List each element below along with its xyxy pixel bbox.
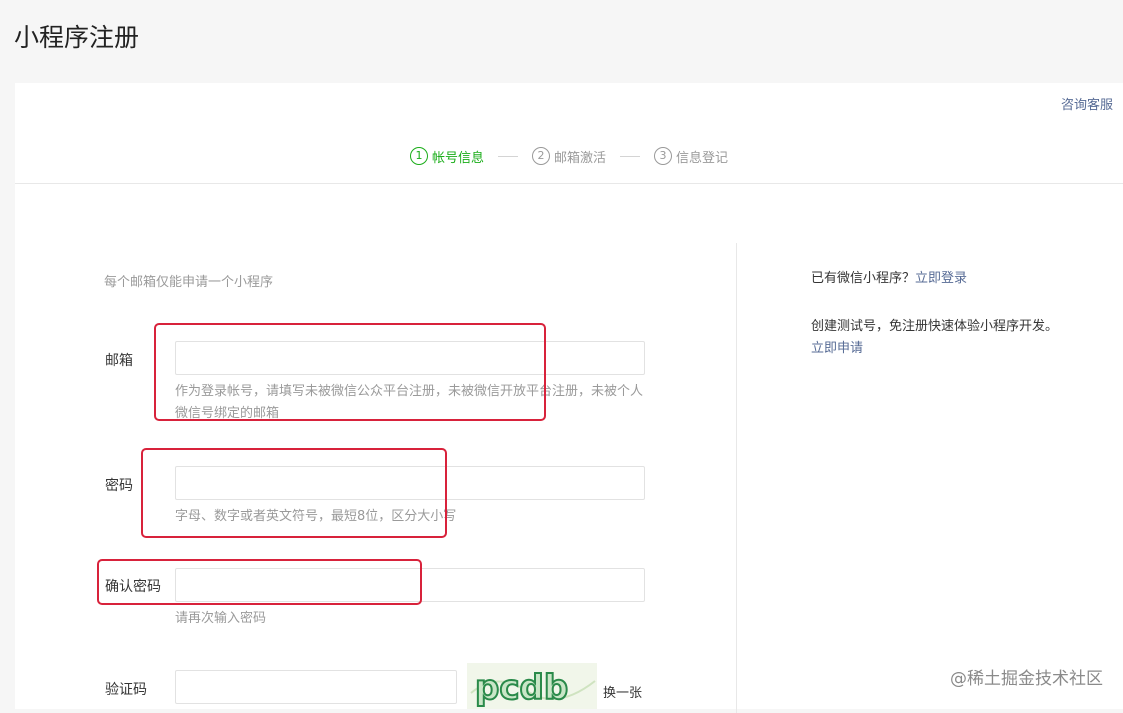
confirm-password-label: 确认密码 xyxy=(105,579,161,595)
step-info-registration: 3 信息登记 xyxy=(654,147,728,166)
step-email-activation: 2 邮箱激活 xyxy=(531,147,606,166)
watermark: @稀土掘金技术社区 xyxy=(950,669,1103,689)
step-account-info: 1 帐号信息 xyxy=(409,147,484,166)
test-account-text: 创建测试号，免注册快速体验小程序开发。立即申请 xyxy=(811,316,1061,360)
password-label: 密码 xyxy=(105,478,133,494)
email-hint: 作为登录帐号，请填写未被微信公众平台注册，未被微信开放平台注册，未被个人微信号绑… xyxy=(175,384,644,421)
consult-service-link[interactable]: 咨询客服 xyxy=(1061,94,1113,113)
email-label: 邮箱 xyxy=(105,353,133,369)
password-input[interactable] xyxy=(175,466,645,500)
step-label: 信息登记 xyxy=(676,150,729,166)
password-hint: 字母、数字或者英文符号，最短8位，区分大小写 xyxy=(175,509,457,524)
step-number: 1 xyxy=(409,147,428,165)
step-indicator: 1 帐号信息 2 邮箱激活 3 信息登记 xyxy=(15,146,1123,166)
step-separator xyxy=(620,155,640,157)
captcha-text: pcdb xyxy=(475,668,568,708)
registration-card: 咨询客服 1 帐号信息 2 邮箱激活 3 信息登记 每个邮箱仅能申请一个小程序 … xyxy=(15,83,1123,713)
step-label: 邮箱激活 xyxy=(553,150,606,166)
test-account-label: 创建测试号，免注册快速体验小程序开发。 xyxy=(811,319,1059,334)
email-notice: 每个邮箱仅能申请一个小程序 xyxy=(104,275,274,290)
step-label: 帐号信息 xyxy=(431,150,484,166)
page-title: 小程序注册 xyxy=(14,23,140,52)
existing-account-label: 已有微信小程序？ xyxy=(811,271,916,286)
email-input[interactable] xyxy=(175,341,645,375)
captcha-image[interactable]: pcdb xyxy=(467,663,597,709)
apply-link[interactable]: 立即申请 xyxy=(811,341,863,356)
header-divider xyxy=(15,183,1123,184)
captcha-input[interactable] xyxy=(175,670,457,704)
step-separator xyxy=(497,155,518,157)
confirm-password-input[interactable] xyxy=(175,568,645,602)
change-captcha-link[interactable]: 换一张 xyxy=(603,682,642,701)
step-number: 3 xyxy=(654,147,672,165)
existing-account-text: 已有微信小程序？立即登录 xyxy=(811,268,1061,290)
login-link[interactable]: 立即登录 xyxy=(915,271,967,286)
step-number: 2 xyxy=(531,147,550,165)
captcha-label: 验证码 xyxy=(105,682,147,698)
column-divider xyxy=(736,243,737,713)
confirm-password-hint: 请再次输入密码 xyxy=(175,611,267,626)
